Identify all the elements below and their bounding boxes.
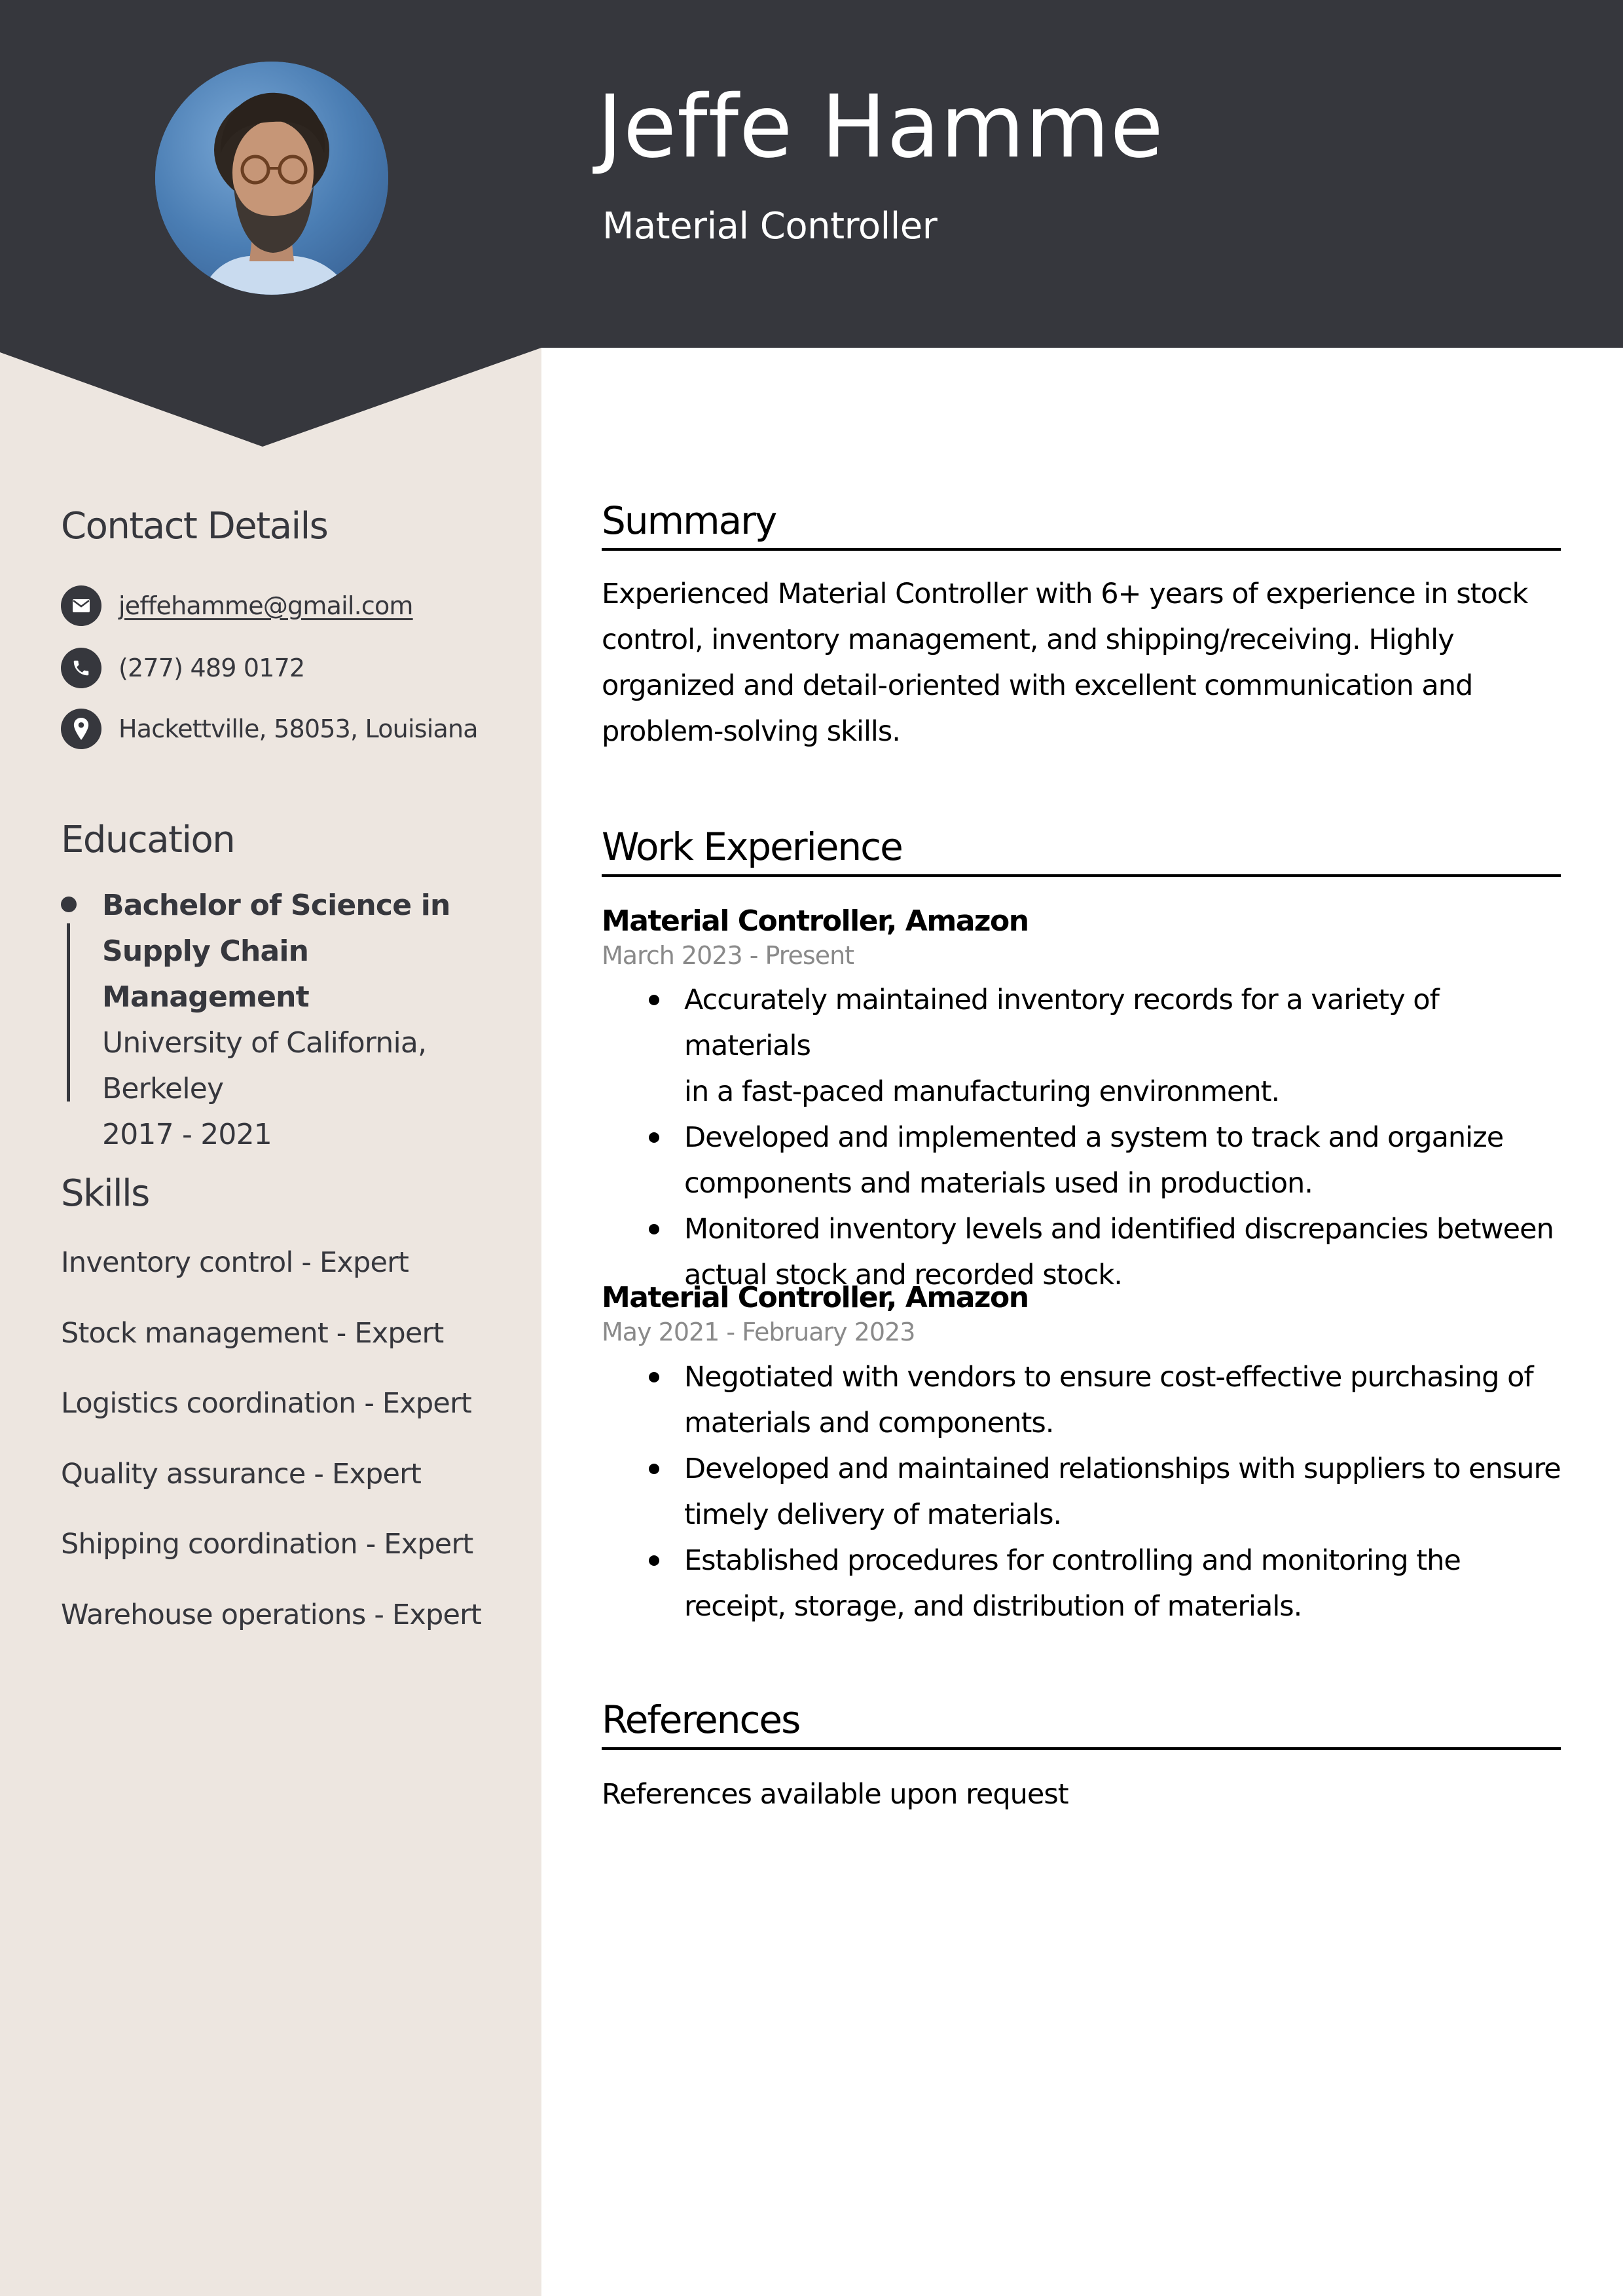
job-bullets: Negotiated with vendors to ensure cost-e… (602, 1354, 1561, 1629)
phone-number: (277) 489 0172 (119, 654, 305, 682)
header-chevron (0, 347, 541, 447)
summary-text: Experienced Material Controller with 6+ … (602, 571, 1561, 754)
skills-heading: Skills (61, 1172, 150, 1215)
job-bullet: Negotiated with vendors to ensure cost-e… (602, 1354, 1561, 1446)
email-icon (61, 585, 101, 626)
location-pin-icon (61, 709, 101, 749)
summary-line: problem-solving skills. (602, 715, 901, 748)
bullet-icon (649, 1224, 659, 1234)
bullet-line: Established procedures for controlling a… (684, 1544, 1461, 1577)
contact-heading: Contact Details (61, 505, 329, 547)
timeline-line (67, 923, 70, 1102)
references-text: References available upon request (602, 1778, 1069, 1811)
bullet-line: Developed and implemented a system to tr… (684, 1121, 1504, 1154)
bullet-line: in a fast-paced manufacturing environmen… (684, 1075, 1280, 1108)
education-heading: Education (61, 819, 236, 861)
job-bullets: Accurately maintained inventory records … (602, 977, 1561, 1298)
summary-line: Experienced Material Controller with 6+ … (602, 578, 1528, 610)
candidate-name: Jeffe Hamme (597, 77, 1164, 177)
summary-line: control, inventory management, and shipp… (602, 623, 1455, 656)
work-heading: Work Experience (602, 824, 903, 869)
job-title: Material Controller, Amazon (602, 904, 1029, 938)
skill-item: Logistics coordination - Expert (61, 1387, 472, 1420)
bullet-line: timely delivery of materials. (684, 1498, 1062, 1531)
education-entry: Bachelor of Science in Supply Chain Mana… (102, 883, 521, 1158)
bullet-icon (649, 995, 659, 1005)
profile-photo (155, 62, 388, 295)
skill-item: Warehouse operations - Expert (61, 1598, 482, 1631)
bullet-line: Developed and maintained relationships w… (684, 1453, 1561, 1485)
bullet-line: Accurately maintained inventory records … (684, 984, 1440, 1062)
references-heading: References (602, 1697, 801, 1742)
location-text: Hackettville, 58053, Louisiana (119, 714, 479, 743)
bullet-icon (649, 1372, 659, 1382)
bullet-icon (649, 1555, 659, 1566)
skills-list: Inventory control - Expert Stock managem… (61, 1243, 482, 1665)
school-line-2: Berkeley (102, 1072, 224, 1105)
bullet-line: components and materials used in product… (684, 1167, 1313, 1200)
bullet-icon (649, 1464, 659, 1474)
contact-email[interactable]: jeffehamme@gmail.com (61, 585, 413, 626)
timeline-dot (61, 897, 77, 912)
email-link[interactable]: jeffehamme@gmail.com (119, 591, 413, 620)
skill-item: Inventory control - Expert (61, 1246, 409, 1279)
references-rule (602, 1747, 1561, 1750)
bullet-line: materials and components. (684, 1407, 1054, 1439)
degree-line-2: Supply Chain Management (102, 935, 310, 1014)
job-bullet: Accurately maintained inventory records … (602, 977, 1561, 1115)
bullet-line: receipt, storage, and distribution of ma… (684, 1590, 1302, 1623)
work-rule (602, 874, 1561, 877)
job-bullet: Developed and maintained relationships w… (602, 1446, 1561, 1538)
phone-icon (61, 648, 101, 688)
candidate-title: Material Controller (602, 205, 938, 248)
summary-heading: Summary (602, 498, 777, 543)
summary-line: organized and detail-oriented with excel… (602, 669, 1473, 702)
skill-item: Shipping coordination - Expert (61, 1528, 473, 1561)
bullet-line: Negotiated with vendors to ensure cost-e… (684, 1361, 1534, 1394)
skill-item: Stock management - Expert (61, 1316, 444, 1350)
school-line-1: University of California, (102, 1026, 427, 1060)
job-title: Material Controller, Amazon (602, 1281, 1029, 1314)
job-dates: March 2023 - Present (602, 941, 854, 970)
bullet-icon (649, 1132, 659, 1143)
education-years: 2017 - 2021 (102, 1118, 272, 1151)
degree-line-1: Bachelor of Science in (102, 889, 450, 922)
skill-item: Quality assurance - Expert (61, 1457, 422, 1491)
job-dates: May 2021 - February 2023 (602, 1318, 915, 1346)
job-bullet: Developed and implemented a system to tr… (602, 1115, 1561, 1206)
bullet-line: Monitored inventory levels and identifie… (684, 1213, 1554, 1246)
contact-phone: (277) 489 0172 (61, 648, 305, 688)
job-bullet: Established procedures for controlling a… (602, 1538, 1561, 1629)
summary-rule (602, 548, 1561, 551)
contact-location: Hackettville, 58053, Louisiana (61, 709, 479, 749)
